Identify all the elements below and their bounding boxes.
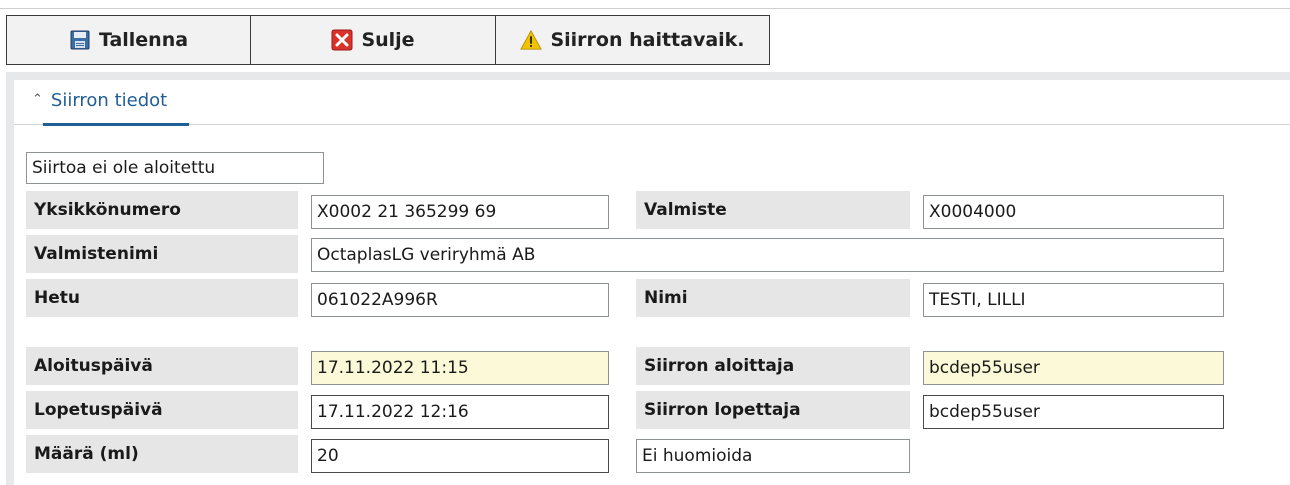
ended-by-field[interactable]: bcdep55user (923, 395, 1224, 429)
section-title: Siirron tiedot (50, 90, 168, 111)
name-field[interactable]: TESTI, LILLI (923, 283, 1224, 317)
section-toggle[interactable]: ⌃ Siirron tiedot (32, 90, 167, 111)
toolbar: Tallenna Sulje Siirron haittavaik. (6, 15, 770, 67)
adverse-effects-button-label: Siirron haittavaik. (550, 29, 745, 51)
ssn-label: Hetu (26, 279, 298, 317)
end-date-field[interactable]: 17.11.2022 12:16 (311, 395, 609, 429)
section-header: ⌃ Siirron tiedot (14, 80, 1290, 126)
start-date-field[interactable]: 17.11.2022 11:15 (311, 351, 609, 385)
save-button[interactable]: Tallenna (6, 15, 251, 65)
adverse-effects-button[interactable]: Siirron haittavaik. (495, 15, 770, 65)
amount-field[interactable]: 20 (311, 439, 609, 473)
product-label: Valmiste (636, 191, 910, 229)
top-divider (0, 8, 1290, 9)
close-button-label: Sulje (361, 29, 415, 51)
unit-number-label: Yksikkönumero (26, 191, 298, 229)
started-by-field[interactable]: bcdep55user (923, 351, 1224, 385)
product-name-field[interactable]: OctaplasLG veriryhmä AB (311, 238, 1224, 272)
save-icon (69, 29, 91, 51)
started-by-label: Siirron aloittaja (636, 347, 910, 385)
ssn-field[interactable]: 061022A996R (311, 283, 609, 317)
transfer-panel-body: ⌃ Siirron tiedot Siirtoa ei ole aloitett… (14, 80, 1290, 485)
unit-number-field[interactable]: X0002 21 365299 69 (311, 195, 609, 229)
ended-by-label: Siirron lopettaja (636, 391, 910, 429)
active-section-indicator (43, 123, 189, 126)
start-date-label: Aloituspäivä (26, 347, 298, 385)
transfer-panel: ⌃ Siirron tiedot Siirtoa ei ole aloitett… (6, 72, 1290, 485)
save-button-label: Tallenna (98, 29, 189, 51)
amount-label: Määrä (ml) (26, 435, 298, 473)
chevron-up-icon: ⌃ (32, 92, 43, 107)
transfer-status-field[interactable]: Siirtoa ei ole aloitettu (26, 152, 324, 184)
warning-icon (520, 29, 543, 51)
name-label: Nimi (636, 279, 910, 317)
close-button[interactable]: Sulje (250, 15, 496, 65)
product-field[interactable]: X0004000 (923, 195, 1224, 229)
product-name-label: Valmistenimi (26, 235, 298, 273)
close-icon (331, 29, 353, 51)
ignore-field[interactable]: Ei huomioida (636, 439, 910, 473)
end-date-label: Lopetuspäivä (26, 391, 298, 429)
